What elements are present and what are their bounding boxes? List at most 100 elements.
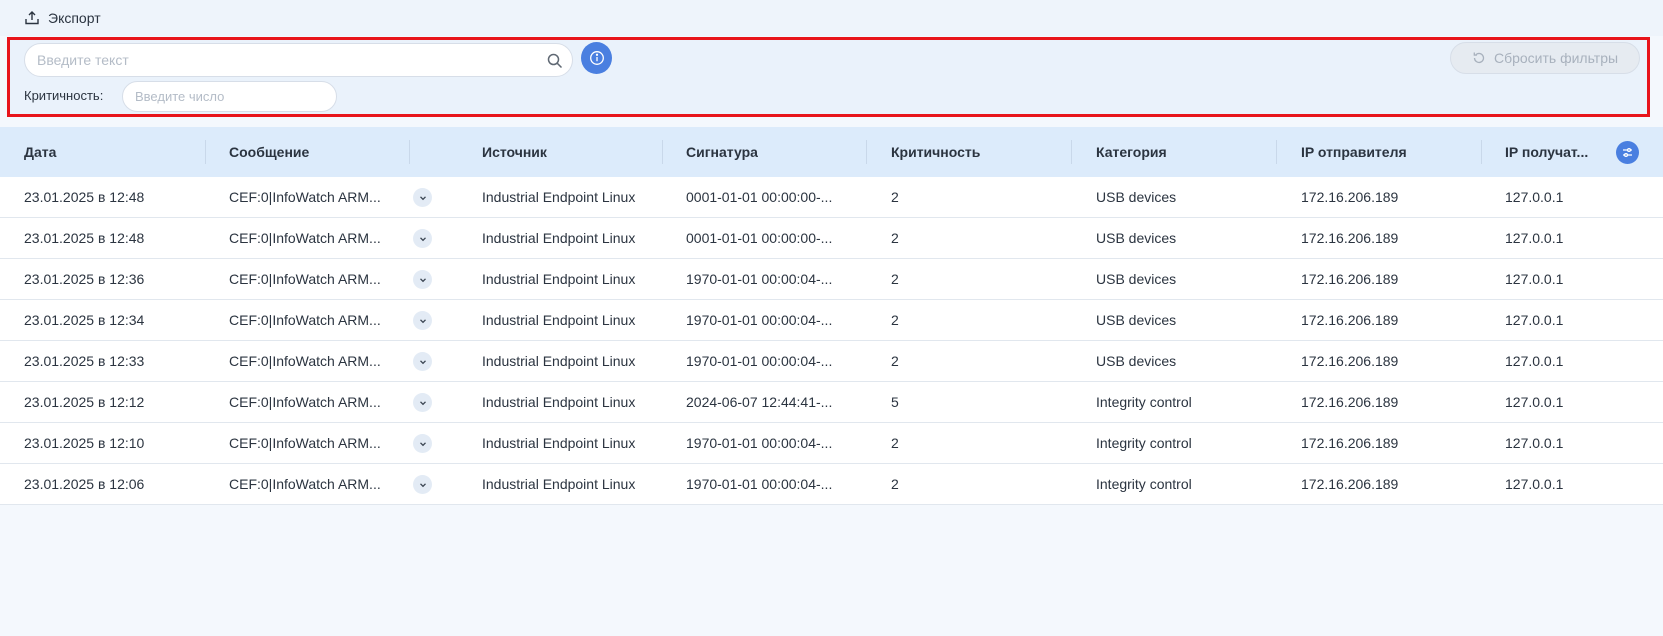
chevron-down-icon (419, 482, 426, 487)
cell-signature: 1970-01-01 00:00:04-... (686, 476, 833, 492)
table-row[interactable]: 23.01.2025 в 12:33 CEF:0|InfoWatch ARM...… (0, 341, 1663, 382)
cell-message: CEF:0|InfoWatch ARM... (229, 394, 381, 410)
table-row[interactable]: 23.01.2025 в 12:10 CEF:0|InfoWatch ARM...… (0, 423, 1663, 464)
table-body: 23.01.2025 в 12:48 CEF:0|InfoWatch ARM...… (0, 177, 1663, 505)
expand-message-button[interactable] (413, 393, 432, 412)
cell-ip-receiver: 127.0.0.1 (1505, 230, 1564, 246)
table-row[interactable]: 23.01.2025 в 12:36 CEF:0|InfoWatch ARM...… (0, 259, 1663, 300)
table-row[interactable]: 23.01.2025 в 12:12 CEF:0|InfoWatch ARM...… (0, 382, 1663, 423)
cell-ip-sender: 172.16.206.189 (1301, 394, 1399, 410)
cell-criticality: 2 (891, 353, 899, 369)
expand-message-button[interactable] (413, 311, 432, 330)
cell-ip-sender: 172.16.206.189 (1301, 189, 1399, 205)
cell-criticality: 2 (891, 476, 899, 492)
cell-criticality: 2 (891, 271, 899, 287)
cell-signature: 2024-06-07 12:44:41-... (686, 394, 833, 410)
expand-message-button[interactable] (413, 475, 432, 494)
export-button[interactable]: Экспорт (24, 8, 101, 28)
cell-date: 23.01.2025 в 12:36 (24, 271, 145, 287)
export-label: Экспорт (48, 10, 101, 26)
info-button[interactable] (581, 42, 612, 74)
column-divider (409, 140, 410, 164)
cell-ip-sender: 172.16.206.189 (1301, 271, 1399, 287)
cell-date: 23.01.2025 в 12:06 (24, 476, 145, 492)
column-header-message[interactable]: Сообщение (229, 127, 389, 177)
table-row[interactable]: 23.01.2025 в 12:48 CEF:0|InfoWatch ARM...… (0, 218, 1663, 259)
chevron-down-icon (419, 359, 426, 364)
column-header-date[interactable]: Дата (24, 127, 184, 177)
column-divider (866, 140, 867, 164)
expand-message-button[interactable] (413, 270, 432, 289)
cell-category: USB devices (1096, 189, 1177, 205)
cell-source: Industrial Endpoint Linux (482, 312, 636, 328)
criticality-input[interactable] (123, 82, 336, 111)
chevron-down-icon (419, 441, 426, 446)
cell-ip-sender: 172.16.206.189 (1301, 230, 1399, 246)
cell-message: CEF:0|InfoWatch ARM... (229, 476, 381, 492)
cell-date: 23.01.2025 в 12:33 (24, 353, 145, 369)
search-icon[interactable] (546, 52, 564, 70)
expand-message-button[interactable] (413, 352, 432, 371)
chevron-down-icon (419, 318, 426, 323)
column-header-ip-sender[interactable]: IP отправителя (1301, 127, 1461, 177)
cell-signature: 0001-01-01 00:00:00-... (686, 189, 833, 205)
cell-category: USB devices (1096, 312, 1177, 328)
cell-ip-sender: 172.16.206.189 (1301, 353, 1399, 369)
cell-category: USB devices (1096, 353, 1177, 369)
cell-signature: 1970-01-01 00:00:04-... (686, 271, 833, 287)
info-icon (589, 51, 604, 65)
cell-ip-receiver: 127.0.0.1 (1505, 312, 1564, 328)
table-row[interactable]: 23.01.2025 в 12:06 CEF:0|InfoWatch ARM...… (0, 464, 1663, 505)
cell-criticality: 5 (891, 394, 899, 410)
top-toolbar: Экспорт (0, 0, 1663, 36)
cell-source: Industrial Endpoint Linux (482, 271, 636, 287)
expand-message-button[interactable] (413, 229, 432, 248)
chevron-down-icon (419, 277, 426, 282)
upload-icon (25, 11, 39, 25)
column-header-category[interactable]: Категория (1096, 127, 1256, 177)
cell-signature: 1970-01-01 00:00:04-... (686, 312, 833, 328)
column-divider (205, 140, 206, 164)
cell-category: Integrity control (1096, 476, 1192, 492)
cell-category: Integrity control (1096, 394, 1192, 410)
column-divider (662, 140, 663, 164)
cell-category: USB devices (1096, 230, 1177, 246)
search-input[interactable] (25, 44, 572, 76)
cell-ip-sender: 172.16.206.189 (1301, 476, 1399, 492)
filter-panel: Сбросить фильтры Критичность: (7, 37, 1650, 117)
table-header: Дата Сообщение Источник Сигнатура Критич… (0, 127, 1663, 177)
column-header-ip-receiver[interactable]: IP получат... (1505, 127, 1610, 177)
refresh-icon (1473, 52, 1485, 64)
cell-date: 23.01.2025 в 12:10 (24, 435, 145, 451)
cell-ip-sender: 172.16.206.189 (1301, 435, 1399, 451)
cell-message: CEF:0|InfoWatch ARM... (229, 189, 381, 205)
cell-source: Industrial Endpoint Linux (482, 189, 636, 205)
criticality-box (122, 81, 337, 112)
expand-message-button[interactable] (413, 434, 432, 453)
criticality-label: Критичность: (24, 88, 104, 103)
search-box (24, 43, 573, 77)
cell-message: CEF:0|InfoWatch ARM... (229, 353, 381, 369)
expand-message-button[interactable] (413, 188, 432, 207)
column-settings-button[interactable] (1616, 141, 1639, 164)
cell-message: CEF:0|InfoWatch ARM... (229, 435, 381, 451)
cell-signature: 1970-01-01 00:00:04-... (686, 435, 833, 451)
cell-date: 23.01.2025 в 12:48 (24, 230, 145, 246)
table-row[interactable]: 23.01.2025 в 12:48 CEF:0|InfoWatch ARM...… (0, 177, 1663, 218)
cell-criticality: 2 (891, 435, 899, 451)
reset-filters-button[interactable]: Сбросить фильтры (1450, 42, 1640, 74)
cell-category: Integrity control (1096, 435, 1192, 451)
cell-signature: 0001-01-01 00:00:00-... (686, 230, 833, 246)
cell-date: 23.01.2025 в 12:48 (24, 189, 145, 205)
cell-criticality: 2 (891, 230, 899, 246)
column-header-criticality[interactable]: Критичность (891, 127, 1051, 177)
cell-ip-sender: 172.16.206.189 (1301, 312, 1399, 328)
column-header-signature[interactable]: Сигнатура (686, 127, 846, 177)
column-header-source[interactable]: Источник (482, 127, 642, 177)
cell-criticality: 2 (891, 312, 899, 328)
cell-message: CEF:0|InfoWatch ARM... (229, 230, 381, 246)
table-row[interactable]: 23.01.2025 в 12:34 CEF:0|InfoWatch ARM...… (0, 300, 1663, 341)
cell-date: 23.01.2025 в 12:12 (24, 394, 145, 410)
sliders-icon (1623, 147, 1632, 158)
column-divider (1481, 140, 1482, 164)
